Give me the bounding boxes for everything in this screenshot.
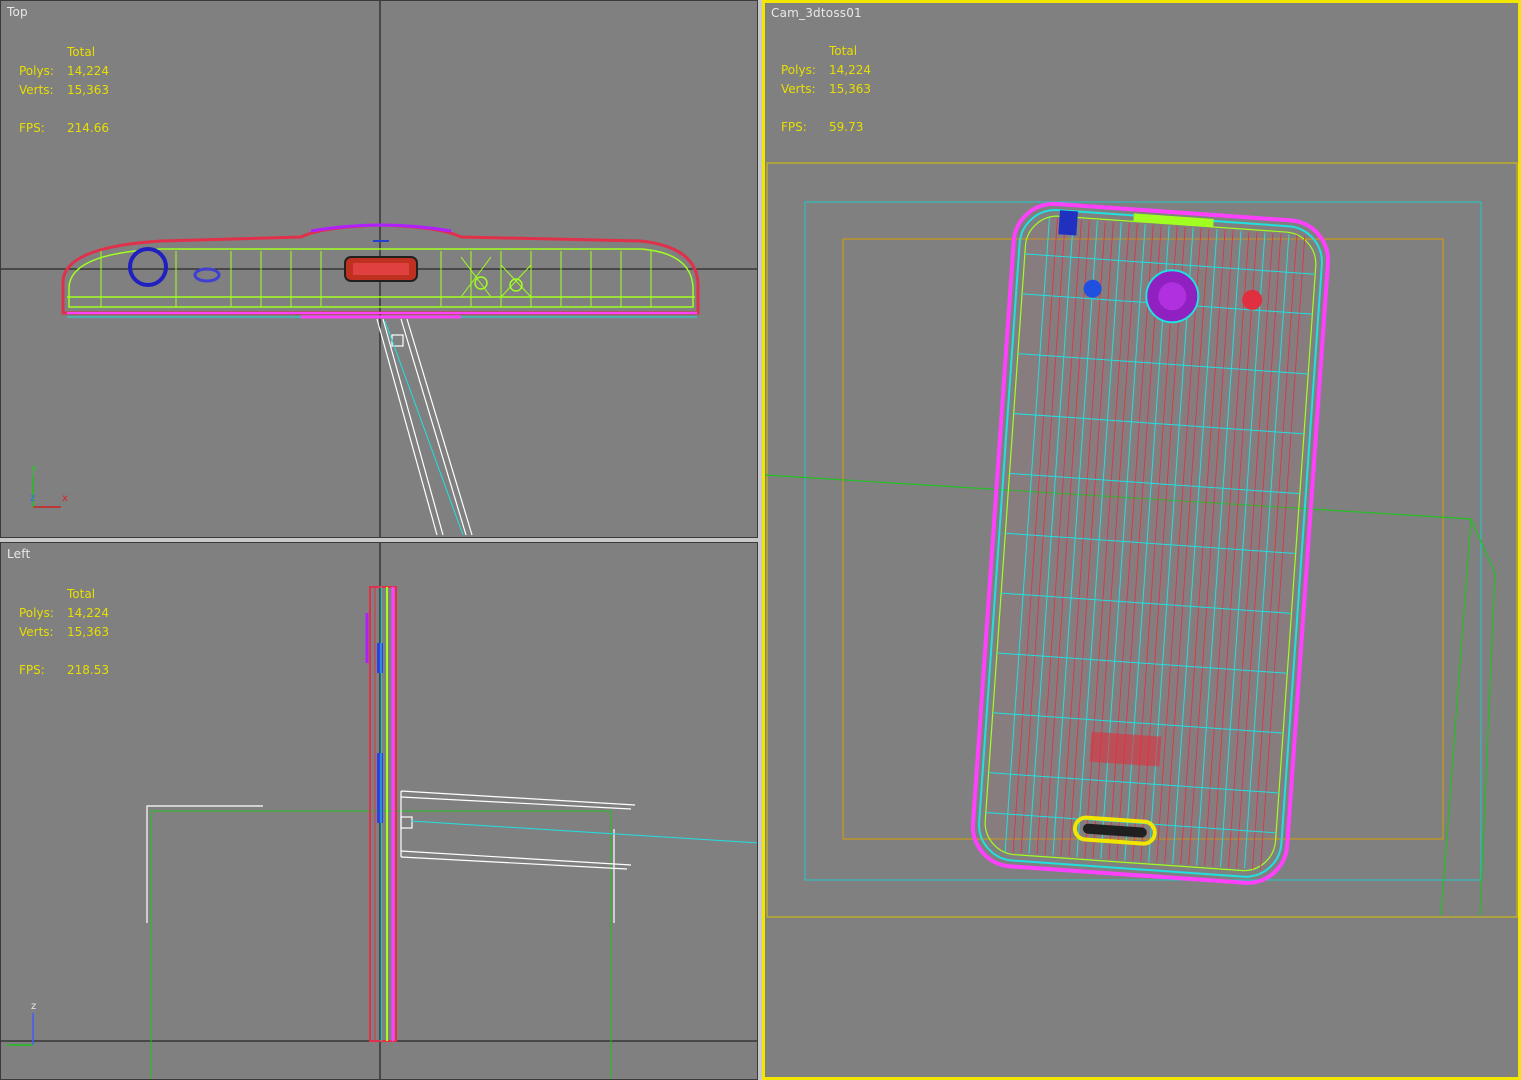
axis-z-label: z [31,1001,36,1012]
fps-label: FPS: [781,120,807,134]
camera-target-line [384,320,464,536]
stats-header: Total [829,44,858,58]
left-viewport-canvas[interactable]: z [1,543,758,1080]
stats-overlay-left: Total Polys: 14,224 Verts: 15,363 FPS: 218.… [19,585,109,680]
camera-target-line [410,820,757,844]
verts-value: 15,363 [829,82,871,96]
viewport-label-camera[interactable]: Cam_3dtoss01 [771,6,862,20]
verts-label: Verts: [19,83,54,97]
fps-label: FPS: [19,663,45,677]
stats-overlay-top: Total Polys: 14,224 Verts: 15,363 FPS: 214.… [19,43,109,138]
viewport-top[interactable]: y x z Top Total Polys: 14,224 Verts: 15,36… [0,0,758,538]
camera-viewport-canvas[interactable] [765,3,1518,1077]
stats-header: Total [67,45,96,59]
fps-value: 214.66 [67,121,109,135]
top-button [1058,210,1078,236]
verts-label: Verts: [19,625,54,639]
polys-label: Polys: [19,64,54,78]
stats-header: Total [67,587,96,601]
viewport-label-left[interactable]: Left [7,547,30,561]
fps-value: 59.73 [829,120,864,134]
verts-label: Verts: [781,82,816,96]
phone-wireframe-perspective [970,201,1331,885]
logo-mark [1089,731,1162,767]
top-viewport-canvas[interactable]: y x z [1,1,758,538]
polys-value: 14,224 [829,63,871,77]
fps-value: 218.53 [67,663,109,677]
camera-object [376,318,473,536]
viewport-label-top[interactable]: Top [7,5,28,19]
fps-label: FPS: [19,121,45,135]
viewport-camera[interactable]: Cam_3dtoss01 Total Polys: 14,224 Verts: 15… [762,0,1521,1080]
stats-overlay-camera: Total Polys: 14,224 Verts: 15,363 FPS: 59.7… [781,42,871,137]
axis-y-label: y [31,463,37,474]
polys-label: Polys: [19,606,54,620]
polys-label: Polys: [781,63,816,77]
polys-value: 14,224 [67,606,109,620]
axis-gizmo [7,1013,34,1046]
axis-gizmo [32,475,61,508]
polys-value: 14,224 [67,64,109,78]
axis-x-label: x [62,493,68,504]
phone-wireframe-side [365,586,397,1042]
verts-value: 15,363 [67,625,109,639]
viewport-left[interactable]: z Left Total Polys: 14,224 Verts: 15,363 F… [0,542,758,1080]
axis-z-label: z [30,493,35,504]
verts-value: 15,363 [67,83,109,97]
